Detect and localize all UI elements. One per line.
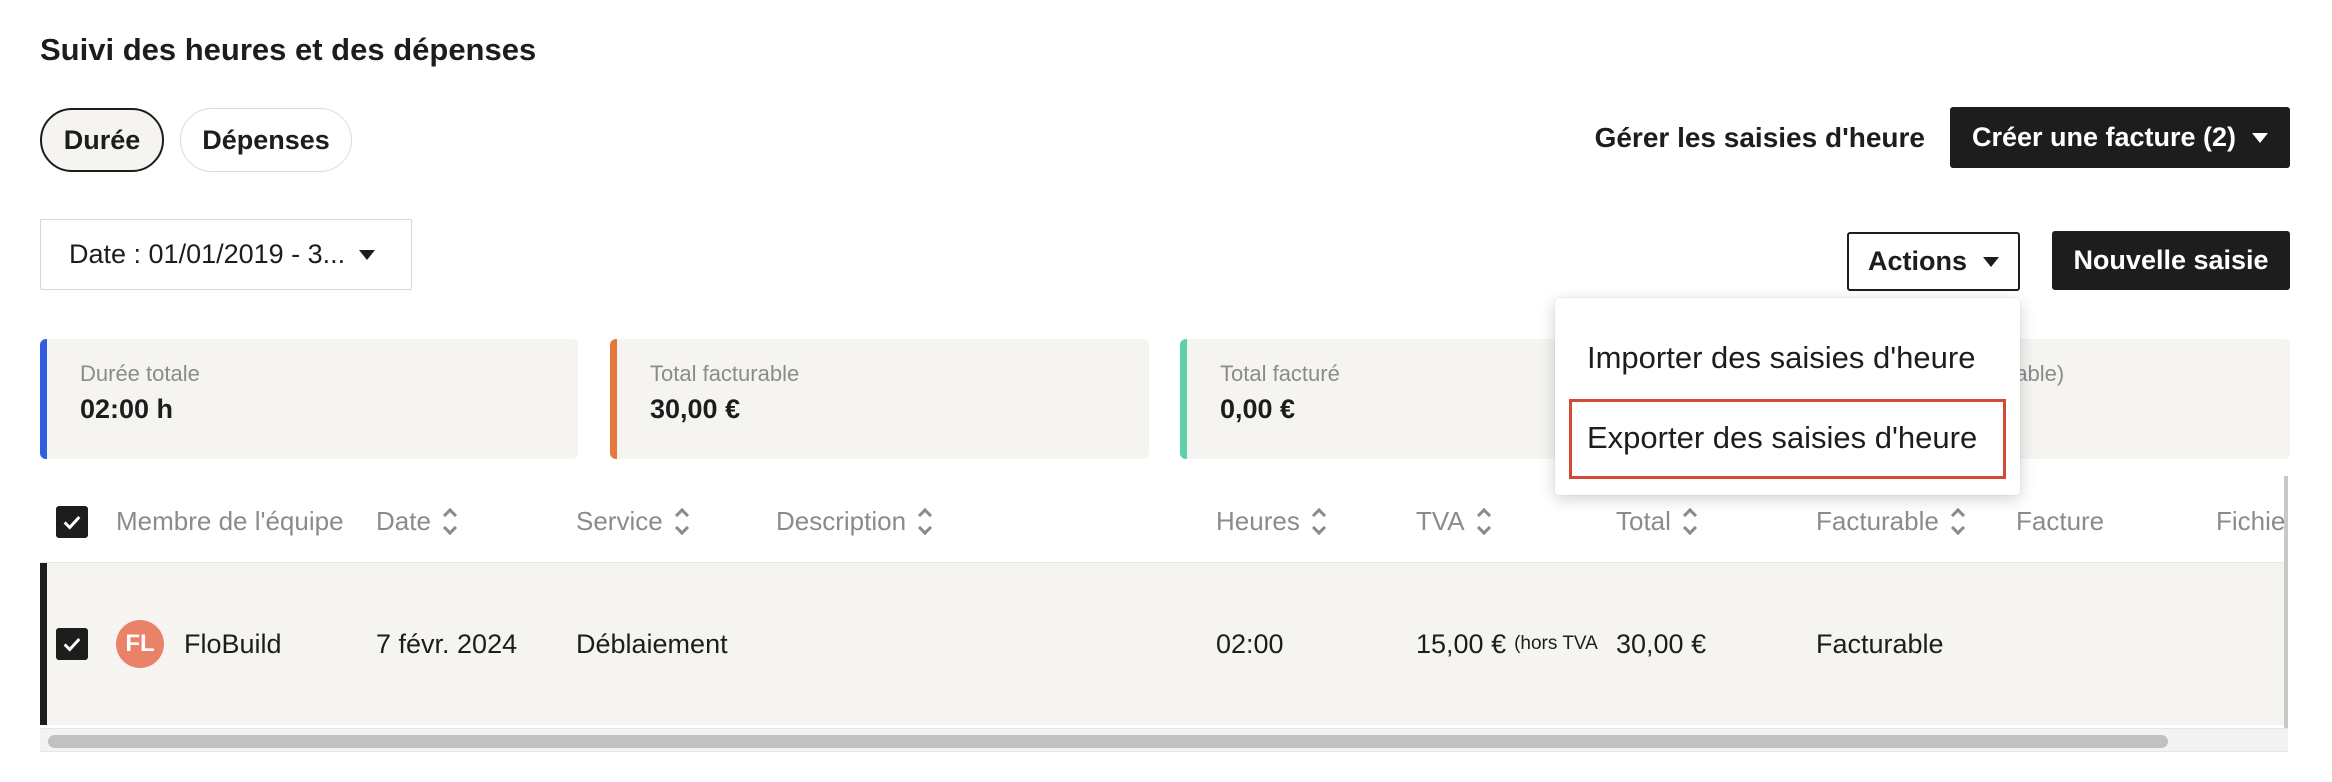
column-label: Description [776, 506, 907, 536]
column-label: Facturable [1816, 506, 1939, 536]
tab-duree[interactable]: Durée [40, 108, 164, 172]
checkbox-checked-icon[interactable] [56, 505, 88, 538]
column-label: TVA [1416, 506, 1465, 536]
horizontal-scrollbar[interactable] [40, 728, 2288, 752]
date-filter-label: Date : 01/01/2019 - 3... [69, 239, 346, 269]
row-checkbox[interactable] [56, 563, 88, 725]
cell-date: 7 févr. 2024 [376, 628, 518, 659]
stat-card-total-billable: Total facturable 30,00 € [610, 339, 1149, 459]
menu-item-export-time-entries[interactable]: Exporter des saisies d'heure [1587, 420, 1977, 456]
avatar: FL [116, 620, 164, 668]
manage-time-entries-link[interactable]: Gérer les saisies d'heure [1595, 122, 1925, 154]
stat-accent-bar [40, 339, 47, 459]
column-label: Service [576, 506, 663, 536]
cell-tva: 15,00 € (hors TVA [1416, 563, 1607, 725]
stat-label: Total facturé [1220, 361, 1340, 386]
date-filter-dropdown[interactable]: Date : 01/01/2019 - 3... [40, 219, 412, 290]
cell-total: 30,00 € [1616, 628, 1707, 659]
tab-depenses[interactable]: Dépenses [180, 108, 352, 172]
column-label: Facture [2016, 506, 2105, 536]
column-label: Total [1616, 506, 1671, 536]
cell-service: Déblaiement [576, 628, 728, 659]
select-all-checkbox[interactable] [56, 480, 88, 563]
vertical-scrollbar[interactable] [2284, 476, 2288, 752]
column-header-description[interactable]: Description [776, 480, 933, 563]
stat-value: 0,00 € [1220, 394, 1296, 424]
stat-accent-bar [610, 339, 617, 459]
sort-icon[interactable] [1476, 507, 1491, 536]
stat-accent-bar [1180, 339, 1187, 459]
menu-item-import-time-entries[interactable]: Importer des saisies d'heure [1587, 340, 1975, 376]
create-invoice-label: Créer une facture (2) [1971, 122, 2237, 152]
horizontal-scrollbar-thumb[interactable] [48, 735, 2168, 748]
column-header-hours[interactable]: Heures [1216, 480, 1326, 563]
sort-icon[interactable] [1311, 507, 1326, 536]
cell-billable: Facturable [1816, 628, 1944, 659]
stat-value: 02:00 h [80, 394, 174, 424]
stat-label: Durée totale [80, 361, 200, 386]
new-entry-button[interactable]: Nouvelle saisie [2052, 231, 2290, 290]
sort-icon[interactable] [1950, 507, 1965, 536]
column-header-file: Fichie [2216, 480, 2286, 563]
actions-label: Actions [1867, 246, 1967, 276]
column-header-invoice: Facture [2016, 480, 2104, 563]
tva-amount: 15,00 € [1416, 628, 1507, 659]
column-header-tva[interactable]: TVA [1416, 480, 1491, 563]
cell-hours: 02:00 [1216, 628, 1284, 659]
column-label: Membre de l'équipe [116, 506, 344, 536]
column-header-date[interactable]: Date [376, 480, 457, 563]
column-label: Date [376, 506, 431, 536]
page-title: Suivi des heures et des dépenses [40, 32, 537, 67]
stat-card-total-duration: Durée totale 02:00 h [40, 339, 578, 459]
stat-value: 30,00 € [650, 394, 741, 424]
caret-down-icon [2252, 132, 2269, 143]
create-invoice-button[interactable]: Créer une facture (2) [1950, 107, 2290, 168]
table-row[interactable]: FL FloBuild 7 févr. 2024 Déblaiement 02:… [40, 563, 2288, 725]
column-label: Fichie [2216, 506, 2286, 536]
actions-dropdown-menu: Importer des saisies d'heure Exporter de… [1555, 298, 2020, 495]
column-label: Heures [1216, 506, 1300, 536]
actions-button[interactable]: Actions [1847, 232, 2020, 291]
cell-member: FL FloBuild [116, 563, 282, 725]
sort-icon[interactable] [1682, 507, 1697, 536]
checkbox-checked-icon[interactable] [56, 628, 88, 660]
tva-note: (hors TVA [1514, 633, 1598, 654]
caret-down-icon [1983, 256, 1999, 267]
sort-icon[interactable] [674, 507, 689, 536]
caret-down-icon [359, 249, 376, 260]
sort-icon[interactable] [442, 507, 457, 536]
member-name: FloBuild [184, 628, 282, 659]
column-header-member[interactable]: Membre de l'équipe [116, 480, 400, 563]
stat-label: Total facturable [650, 361, 800, 386]
column-header-service[interactable]: Service [576, 480, 689, 563]
sort-icon[interactable] [917, 507, 933, 536]
